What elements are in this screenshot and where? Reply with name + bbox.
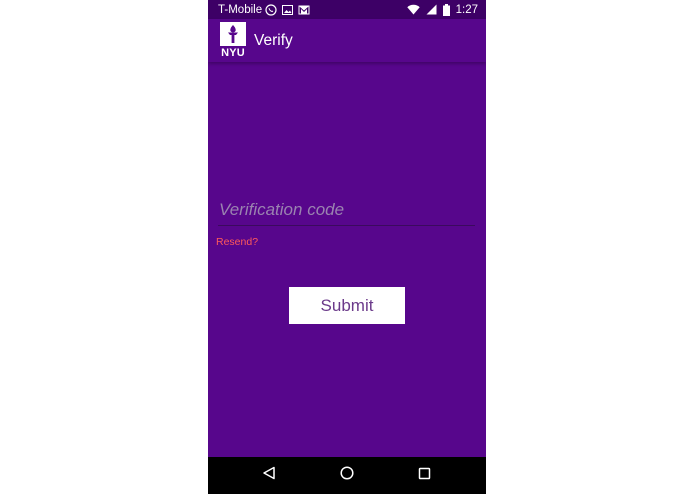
back-button[interactable] [249,457,289,494]
battery-icon [442,3,450,16]
whatsapp-icon [265,3,277,16]
phone-screen: T-Mobile 1:27 NYU Verify Verification co… [208,0,486,494]
submit-button[interactable]: Submit [289,287,405,324]
logo-text: NYU [221,47,245,59]
gmail-icon [298,5,310,15]
recents-icon [418,467,431,485]
wifi-icon [406,4,420,15]
app-bar: NYU Verify [208,19,486,62]
clock: 1:27 [455,3,478,16]
recents-button[interactable] [404,457,444,494]
back-icon [262,466,276,485]
resend-link[interactable]: Resend? [216,236,258,248]
torch-icon [220,22,246,46]
verification-code-input[interactable] [218,197,476,223]
page-title: Verify [254,32,293,49]
carrier-name: T-Mobile [218,3,263,16]
notification-icons [265,3,310,16]
input-underline [218,225,475,226]
nyu-logo: NYU [220,22,246,60]
home-button[interactable] [327,457,367,494]
system-status-icons: 1:27 [406,0,478,19]
status-bar: T-Mobile 1:27 [208,0,486,19]
navigation-bar [208,457,486,494]
home-icon [340,466,354,485]
image-icon [282,4,294,15]
cellular-signal-icon [426,4,437,15]
